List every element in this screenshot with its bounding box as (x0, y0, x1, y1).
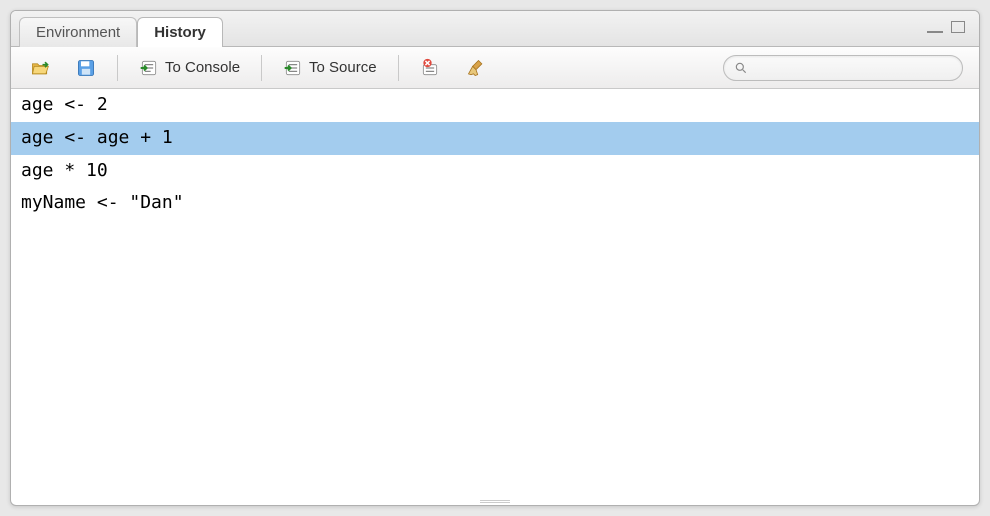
tab-history[interactable]: History (137, 17, 223, 47)
save-icon (76, 58, 96, 78)
divider (261, 55, 262, 81)
folder-open-icon (30, 58, 50, 78)
toolbar: To Console To Source (11, 47, 979, 89)
remove-entries-button[interactable] (411, 54, 449, 82)
history-entry[interactable]: age <- age + 1 (11, 122, 979, 155)
search-input[interactable] (754, 60, 952, 75)
to-console-label: To Console (165, 59, 240, 76)
to-source-label: To Source (309, 59, 377, 76)
history-entry[interactable]: age * 10 (11, 155, 979, 188)
resize-handle-icon[interactable] (480, 500, 510, 504)
to-console-icon (139, 58, 159, 78)
remove-icon (420, 58, 440, 78)
maximize-icon[interactable] (951, 21, 965, 33)
minimize-icon[interactable] (927, 31, 943, 33)
to-console-button[interactable]: To Console (130, 54, 249, 82)
divider (117, 55, 118, 81)
history-entry[interactable]: age <- 2 (11, 89, 979, 122)
history-entry[interactable]: myName <- "Dan" (11, 187, 979, 220)
divider (398, 55, 399, 81)
window-controls (927, 21, 965, 33)
search-box[interactable] (723, 55, 963, 81)
history-list[interactable]: age <- 2 age <- age + 1 age * 10 myName … (11, 89, 979, 497)
load-history-button[interactable] (21, 54, 59, 82)
history-pane: Environment History To Console (10, 10, 980, 506)
clear-history-button[interactable] (457, 54, 495, 82)
tab-label: History (154, 24, 206, 41)
broom-icon (466, 58, 486, 78)
tab-bar: Environment History (11, 11, 979, 47)
tab-label: Environment (36, 24, 120, 41)
save-history-button[interactable] (67, 54, 105, 82)
to-source-button[interactable]: To Source (274, 54, 386, 82)
tab-environment[interactable]: Environment (19, 17, 137, 47)
to-source-icon (283, 58, 303, 78)
search-icon (734, 61, 748, 75)
